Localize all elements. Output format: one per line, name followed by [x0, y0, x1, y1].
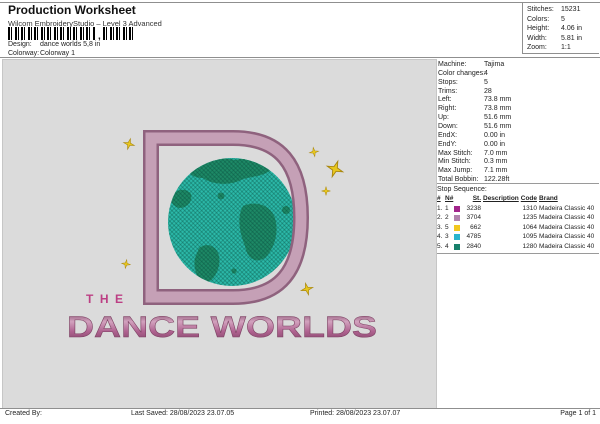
stop-sequence-title: Stop Sequence: [437, 185, 599, 194]
info-left: Left:73.8 mm [438, 96, 599, 105]
design-name-row: Design: dance worlds 5,8 in [8, 41, 100, 48]
table-row: 4.3 4785 1095Madeira Classic 40 [437, 232, 599, 242]
info-max-jump: Max Jump:7.1 mm [438, 167, 599, 176]
barcode: , [8, 27, 133, 40]
design-label: Design: [8, 41, 38, 48]
logo-name-text: DANCE WORLDS [67, 311, 377, 344]
info-down: Down:51.6 mm [438, 123, 599, 132]
globe-stitch-texture [168, 158, 296, 286]
table-row: 1.1 3238 1310Madeira Classic 40 [437, 204, 599, 214]
colorway-row: Colorway: Colorway 1 [8, 50, 75, 57]
machine-info-panel: Machine:Tajima Color changes:4 Stops:5 T… [438, 61, 599, 185]
info-machine: Machine:Tajima [438, 61, 599, 70]
header-separator [0, 57, 600, 58]
stat-zoom: Zoom:1:1 [527, 43, 599, 53]
info-min-stitch: Min Stitch:0.3 mm [438, 158, 599, 167]
footer-created-by: Created By: [5, 410, 42, 417]
design-value: dance worlds 5,8 in [40, 41, 100, 48]
stat-stitches: Stitches:15231 [527, 5, 599, 15]
footer-page-number: Page 1 of 1 [560, 410, 596, 417]
logo-the-text: THE [86, 292, 130, 306]
stat-width: Width:5.81 in [527, 34, 599, 44]
colorway-value: Colorway 1 [40, 50, 75, 57]
stop-sequence-header-row: # N# St. Description Code Brand [437, 194, 599, 204]
table-row: 3.5 662 1064Madeira Classic 40 [437, 223, 599, 233]
star-icon [309, 147, 320, 158]
stat-height: Height:4.06 in [527, 24, 599, 34]
stat-colors: Colors:5 [527, 15, 599, 25]
info-max-stitch: Max Stitch:7.0 mm [438, 150, 599, 159]
thread-color-swatch [454, 206, 460, 212]
barcode-group-1 [8, 27, 96, 40]
table-row: 2.2 3704 1235Madeira Classic 40 [437, 213, 599, 223]
thread-color-swatch [454, 225, 460, 231]
globe-graphic [168, 158, 296, 286]
info-up: Up:51.6 mm [438, 114, 599, 123]
star-icon [122, 137, 135, 150]
info-endy: EndY:0.00 in [438, 141, 599, 150]
footer-last-saved: Last Saved: 28/08/2023 23.07.05 [131, 410, 234, 417]
table-row: 5.4 2840 1280Madeira Classic 40 [437, 242, 599, 252]
colorway-label: Colorway: [8, 50, 38, 57]
page-title: Production Worksheet [8, 3, 136, 17]
star-icon [300, 282, 315, 297]
embroidery-artwork: THE DANCE WORLDS [3, 60, 436, 408]
info-color-changes: Color changes:4 [438, 70, 599, 79]
barcode-group-2 [103, 27, 133, 40]
thread-color-swatch [454, 244, 460, 250]
thread-color-swatch [454, 215, 460, 221]
star-icon [324, 158, 345, 179]
footer-printed: Printed: 28/08/2023 23.07.07 [310, 410, 400, 417]
footer-rule [0, 408, 600, 409]
star-icon [121, 259, 131, 269]
info-right: Right:73.8 mm [438, 105, 599, 114]
star-icon [322, 187, 331, 196]
info-trims: Trims:28 [438, 88, 599, 97]
barcode-separator: , [96, 34, 103, 40]
design-preview-canvas: THE DANCE WORLDS [2, 59, 437, 409]
design-stats-box: Stitches:15231 Colors:5 Height:4.06 in W… [522, 2, 599, 54]
info-endx: EndX:0.00 in [438, 132, 599, 141]
thread-color-swatch [454, 234, 460, 240]
stop-sequence-table: # N# St. Description Code Brand 1.1 3238… [437, 194, 599, 254]
production-worksheet-page: Production Worksheet Wilcom EmbroiderySt… [0, 0, 600, 424]
info-stops: Stops:5 [438, 79, 599, 88]
stop-sequence-section: Stop Sequence: # N# St. Description Code… [437, 183, 599, 254]
